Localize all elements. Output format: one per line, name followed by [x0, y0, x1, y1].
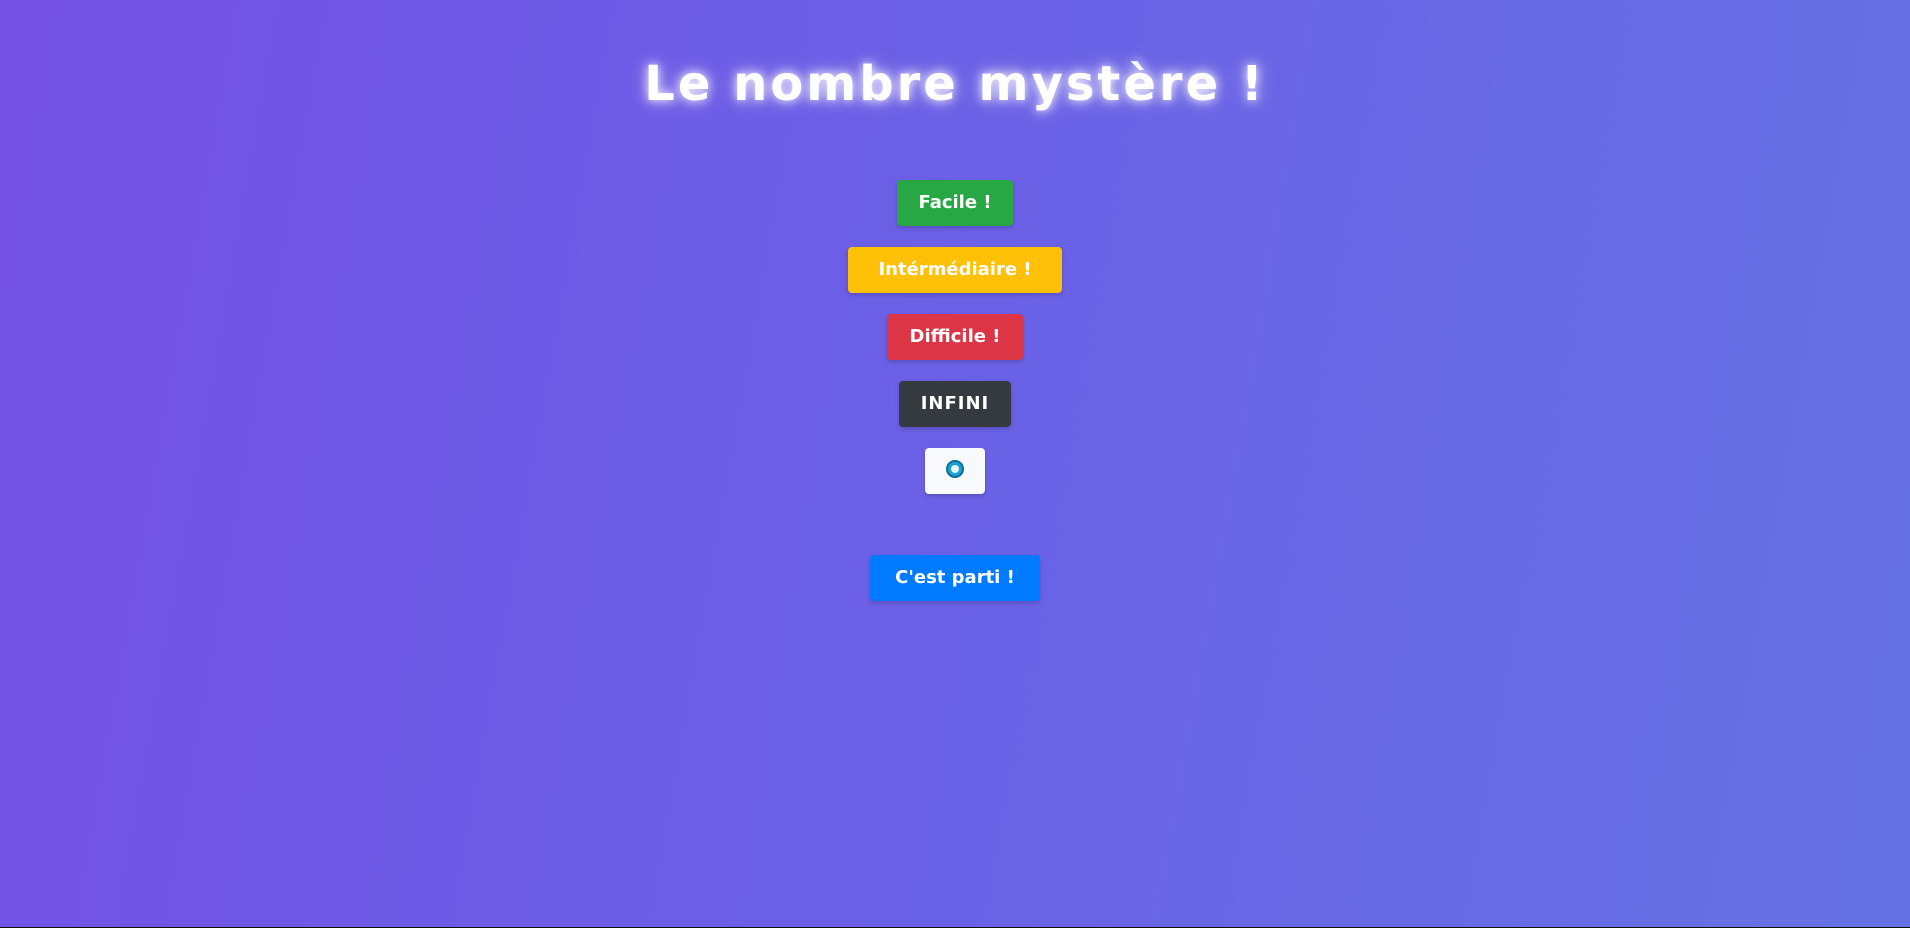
start-button[interactable]: C'est parti !: [870, 555, 1040, 601]
page-title: Le nombre mystère !: [644, 56, 1266, 112]
hard-button[interactable]: Difficile !: [887, 314, 1023, 360]
clock-icon: [946, 460, 964, 478]
intermediate-button[interactable]: Intérmédiaire !: [848, 247, 1062, 293]
timer-button[interactable]: [925, 448, 985, 494]
game-menu-page: Le nombre mystère ! Facile ! Intérmédiai…: [0, 0, 1910, 927]
infinite-button[interactable]: INFINI: [899, 381, 1011, 427]
easy-button[interactable]: Facile !: [897, 180, 1013, 226]
